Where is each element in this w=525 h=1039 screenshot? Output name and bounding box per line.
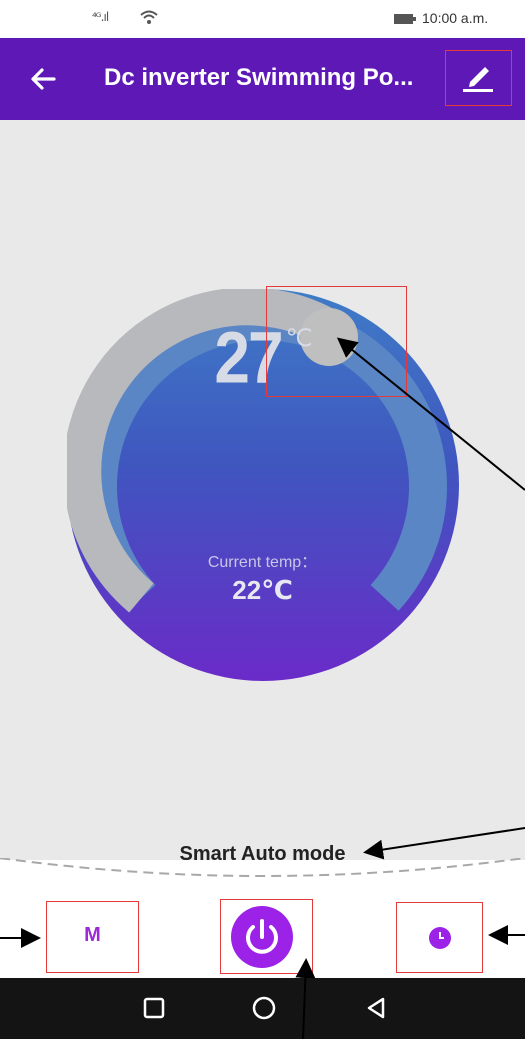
edit-pencil-icon [463, 67, 493, 92]
control-panel: M [0, 858, 525, 978]
current-temp-label: Current temp： [207, 554, 318, 571]
battery-icon [394, 14, 416, 24]
home-icon[interactable] [252, 996, 276, 1020]
set-temperature: 27 ℃ [0, 316, 525, 399]
power-button[interactable] [220, 899, 313, 974]
edit-button[interactable] [445, 50, 512, 106]
signal-icon: ⁴ᴳ.ıl [92, 10, 109, 24]
system-nav-bar [0, 978, 525, 1039]
timer-button[interactable] [396, 902, 483, 973]
wifi-icon [140, 10, 158, 24]
mode-button-label: M [84, 924, 101, 946]
back-triangle-icon[interactable] [365, 996, 387, 1020]
clock-icon [429, 927, 451, 949]
recent-apps-icon[interactable] [143, 997, 165, 1019]
knob-highlight-box [266, 286, 407, 397]
arrow-left-icon[interactable] [28, 64, 58, 94]
main-content [0, 120, 525, 860]
app-bar: Dc inverter Swimming Po... [0, 38, 525, 120]
current-temp-value: 22℃ [232, 575, 293, 605]
status-time: 10:00 a.m. [422, 10, 489, 26]
page-title: Dc inverter Swimming Po... [104, 64, 414, 91]
status-bar: ⁴ᴳ.ıl 10:00 a.m. [0, 0, 525, 39]
power-icon [231, 906, 293, 968]
panel-divider [0, 858, 525, 877]
mode-button[interactable]: M [46, 901, 139, 973]
